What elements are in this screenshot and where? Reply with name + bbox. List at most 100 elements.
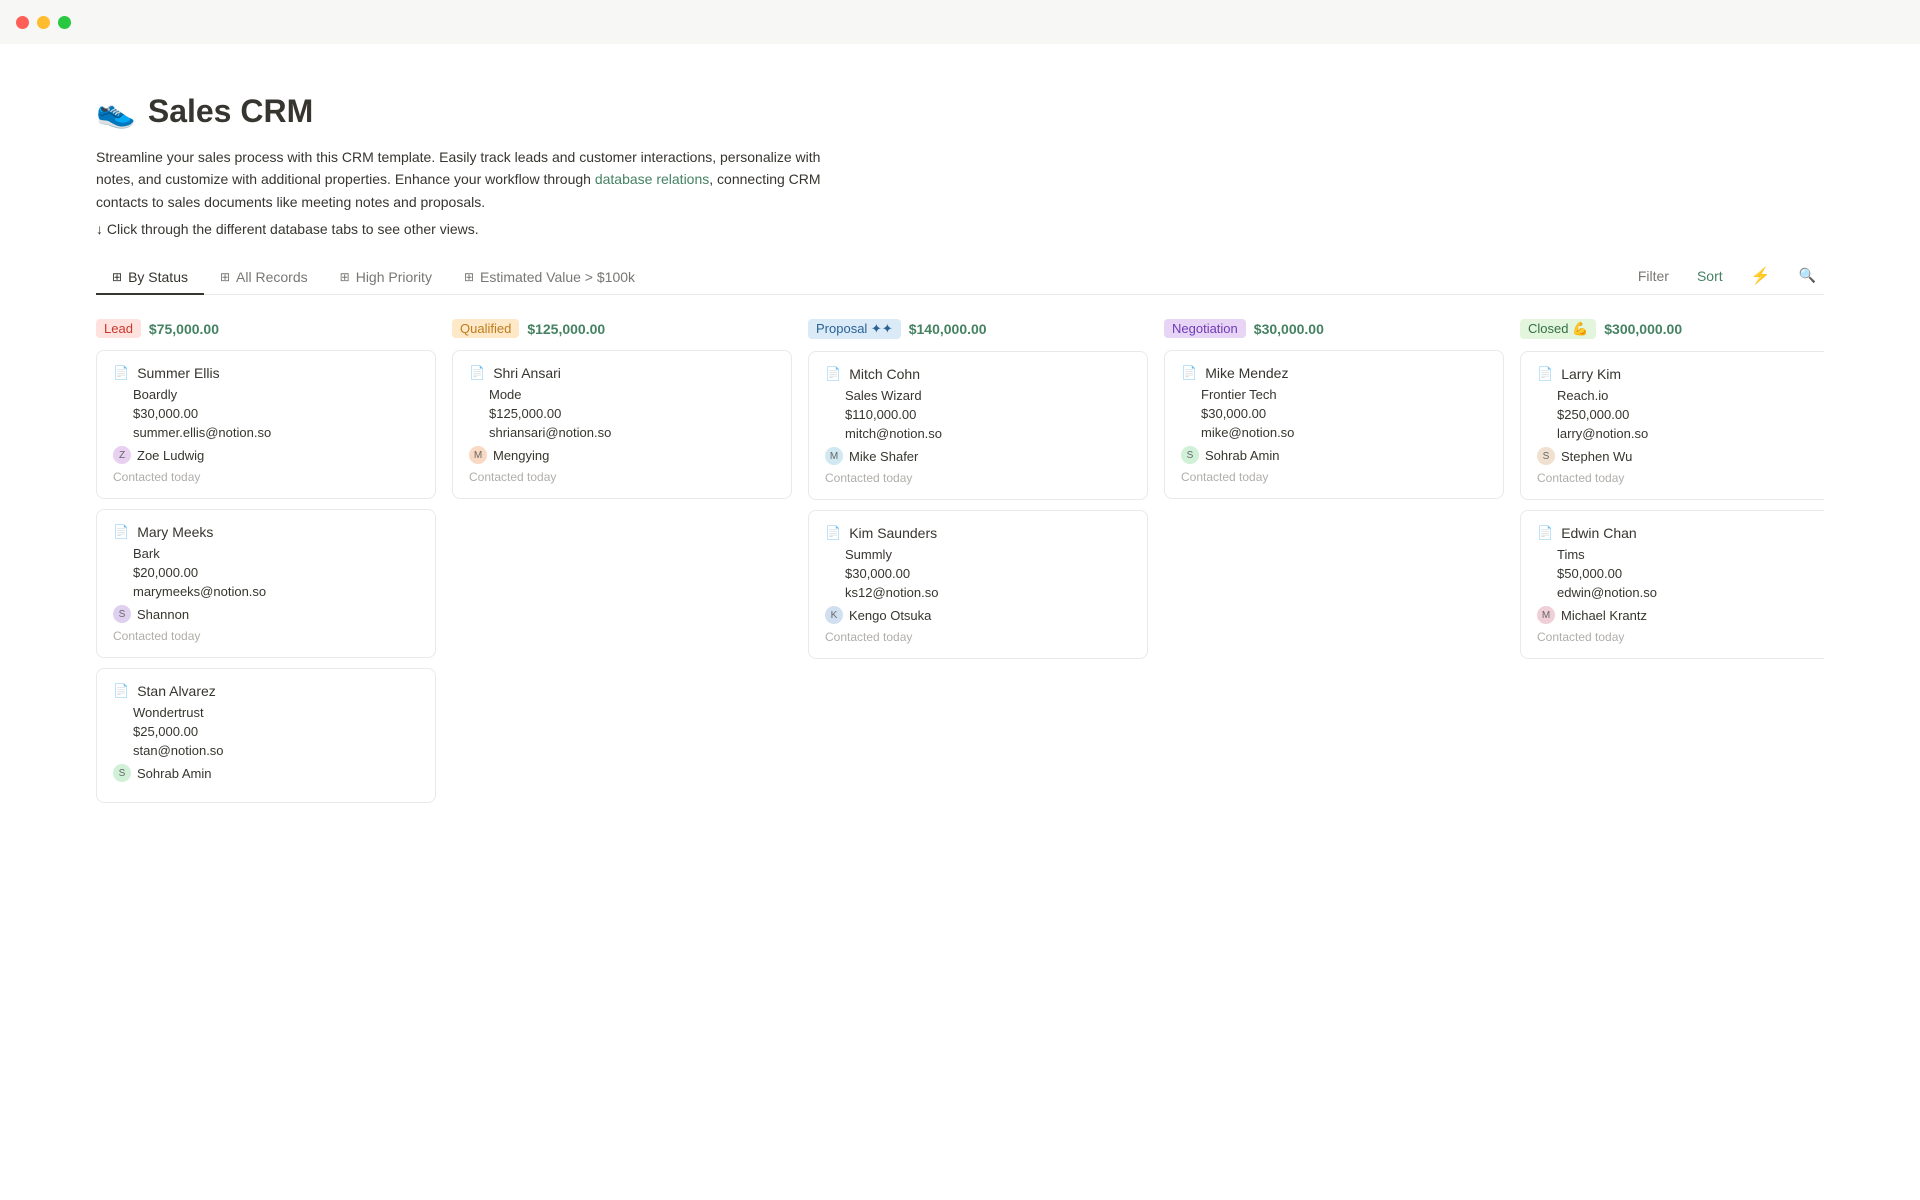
avatar: S xyxy=(113,605,131,623)
tab-high-priority[interactable]: ⊞ High Priority xyxy=(324,261,448,295)
contact-name: Mike Mendez xyxy=(1205,365,1288,381)
tab-by-status-icon: ⊞ xyxy=(112,270,122,284)
document-icon: 📄 xyxy=(825,366,841,382)
column-lead: Lead$75,000.00 📄Summer Ellis Boardly $30,00… xyxy=(96,319,436,813)
database-relations-link[interactable]: database relations xyxy=(595,171,709,187)
card-deal-value: $30,000.00 xyxy=(113,406,419,421)
column-negotiation: Negotiation$30,000.00📄Mike MendezFrontie… xyxy=(1164,319,1504,509)
status-badge-negotiation: Negotiation xyxy=(1164,319,1246,338)
avatar: M xyxy=(469,446,487,464)
card-contacted: Contacted today xyxy=(1537,471,1824,485)
column-value-lead: $75,000.00 xyxy=(149,321,219,337)
card-email: edwin@notion.so xyxy=(1537,585,1824,600)
card-name: 📄 Kim Saunders xyxy=(825,525,1131,541)
avatar: S xyxy=(1181,446,1199,464)
card-company: Boardly xyxy=(113,387,419,402)
card-deal-value: $250,000.00 xyxy=(1537,407,1824,422)
minimize-button[interactable] xyxy=(37,16,50,29)
column-value-negotiation: $30,000.00 xyxy=(1254,321,1324,337)
avatar: M xyxy=(1537,606,1555,624)
sort-button[interactable]: Sort xyxy=(1689,264,1731,288)
column-qualified: Qualified$125,000.00📄Shri AnsariMode$125… xyxy=(452,319,792,509)
table-row[interactable]: 📄 Shri Ansari Mode $125,000.00 shriansari@no… xyxy=(452,350,792,499)
titlebar xyxy=(0,0,1920,44)
close-button[interactable] xyxy=(16,16,29,29)
card-company: Mode xyxy=(469,387,775,402)
column-value-qualified: $125,000.00 xyxy=(527,321,605,337)
tab-all-records[interactable]: ⊞ All Records xyxy=(204,261,324,295)
card-assignee: ZZoe Ludwig xyxy=(113,446,419,464)
card-company: Reach.io xyxy=(1537,388,1824,403)
filter-button[interactable]: Filter xyxy=(1630,264,1677,288)
column-header-negotiation: Negotiation $30,000.00 xyxy=(1164,319,1504,338)
kanban-board: Lead$75,000.00📄Summer EllisBoardly$30,00… xyxy=(96,319,1824,829)
card-deal-value: $30,000.00 xyxy=(1181,406,1487,421)
card-email: mitch@notion.so xyxy=(825,426,1131,441)
table-row[interactable]: 📄Edwin ChanTims$50,000.00edwin@notion.so… xyxy=(1520,510,1824,659)
table-row[interactable]: 📄Summer Ellis Boardly $30,000.00 summer.ell… xyxy=(96,350,436,499)
tab-estimated-value[interactable]: ⊞ Estimated Value > $100k xyxy=(448,261,651,295)
page-hint: ↓ Click through the different database t… xyxy=(96,221,1824,237)
card-assignee: K Kengo Otsuka xyxy=(825,606,1131,624)
card-email: mike@notion.so xyxy=(1181,425,1487,440)
contact-name: Larry Kim xyxy=(1561,366,1621,382)
card-name: 📄Summer Ellis xyxy=(113,365,419,381)
card-company: Tims xyxy=(1537,547,1824,562)
assignee-name: Shannon xyxy=(137,607,189,622)
avatar: S xyxy=(1537,447,1555,465)
column-header-proposal: Proposal ✦✦$140,000.00 xyxy=(808,319,1148,339)
contact-name: Mitch Cohn xyxy=(849,366,920,382)
contact-name: Mary Meeks xyxy=(137,524,213,540)
column-header-lead: Lead$75,000.00 xyxy=(96,319,436,338)
table-row[interactable]: 📄Mitch CohnSales Wizard$110,000.00mitch@… xyxy=(808,351,1148,500)
avatar: S xyxy=(113,764,131,782)
tab-by-status[interactable]: ⊞ By Status xyxy=(96,261,204,295)
assignee-name: Kengo Otsuka xyxy=(849,608,931,623)
contact-name: Summer Ellis xyxy=(137,365,219,381)
card-name: 📄Stan Alvarez xyxy=(113,683,419,699)
assignee-name: Michael Krantz xyxy=(1561,608,1647,623)
column-value-closed: $300,000.00 xyxy=(1604,321,1682,337)
document-icon: 📄 xyxy=(825,525,841,541)
page-header: 👟 Sales CRM xyxy=(96,92,1824,130)
card-contacted: Contacted today xyxy=(825,630,1131,644)
status-badge-proposal: Proposal ✦✦ xyxy=(808,319,901,339)
column-closed: Closed 💪$300,000.00📄Larry KimReach.io$25… xyxy=(1520,319,1824,669)
document-icon: 📄 xyxy=(469,365,485,381)
card-email: shriansari@notion.so xyxy=(469,425,775,440)
table-row[interactable]: 📄Mike MendezFrontier Tech$30,000.00mike@… xyxy=(1164,350,1504,499)
table-row[interactable]: 📄 Larry Kim Reach.io $250,000.00 larry@notio… xyxy=(1520,351,1824,500)
table-row[interactable]: 📄Stan AlvarezWondertrust$25,000.00stan@n… xyxy=(96,668,436,803)
table-row[interactable]: 📄Kim SaundersSummly$30,000.00ks12@notion… xyxy=(808,510,1148,659)
document-icon: 📄 xyxy=(1537,366,1553,382)
card-email: summer.ellis@notion.so xyxy=(113,425,419,440)
contact-name: Edwin Chan xyxy=(1561,525,1637,541)
tab-all-records-icon: ⊞ xyxy=(220,270,230,284)
card-assignee: MMike Shafer xyxy=(825,447,1131,465)
document-icon: 📄 xyxy=(1181,365,1197,381)
contact-name: Kim Saunders xyxy=(849,525,937,541)
card-deal-value: $25,000.00 xyxy=(113,724,419,739)
contact-name: Shri Ansari xyxy=(493,365,561,381)
search-button[interactable]: 🔍 xyxy=(1791,263,1824,288)
card-name: 📄Edwin Chan xyxy=(1537,525,1824,541)
page-icon: 👟 xyxy=(96,92,136,130)
table-row[interactable]: 📄Mary MeeksBark$20,000.00marymeeks@notio… xyxy=(96,509,436,658)
card-company: Wondertrust xyxy=(113,705,419,720)
card-deal-value: $125,000.00 xyxy=(469,406,775,421)
avatar: K xyxy=(825,606,843,624)
card-company: Sales Wizard xyxy=(825,388,1131,403)
card-company: Bark xyxy=(113,546,419,561)
card-deal-value: $30,000.00 xyxy=(825,566,1131,581)
lightning-button[interactable]: ⚡ xyxy=(1743,262,1779,290)
page-title: Sales CRM xyxy=(148,93,313,130)
card-contacted: Contacted today xyxy=(113,629,419,643)
assignee-name: Mengying xyxy=(493,448,549,463)
card-assignee: M Mengying xyxy=(469,446,775,464)
card-email: larry@notion.so xyxy=(1537,426,1824,441)
assignee-name: Mike Shafer xyxy=(849,449,918,464)
main-content: 👟 Sales CRM Streamline your sales proces… xyxy=(0,44,1920,877)
tabs-bar: ⊞ By Status ⊞ All Records ⊞ High Priorit… xyxy=(96,261,1824,295)
maximize-button[interactable] xyxy=(58,16,71,29)
card-email: marymeeks@notion.so xyxy=(113,584,419,599)
